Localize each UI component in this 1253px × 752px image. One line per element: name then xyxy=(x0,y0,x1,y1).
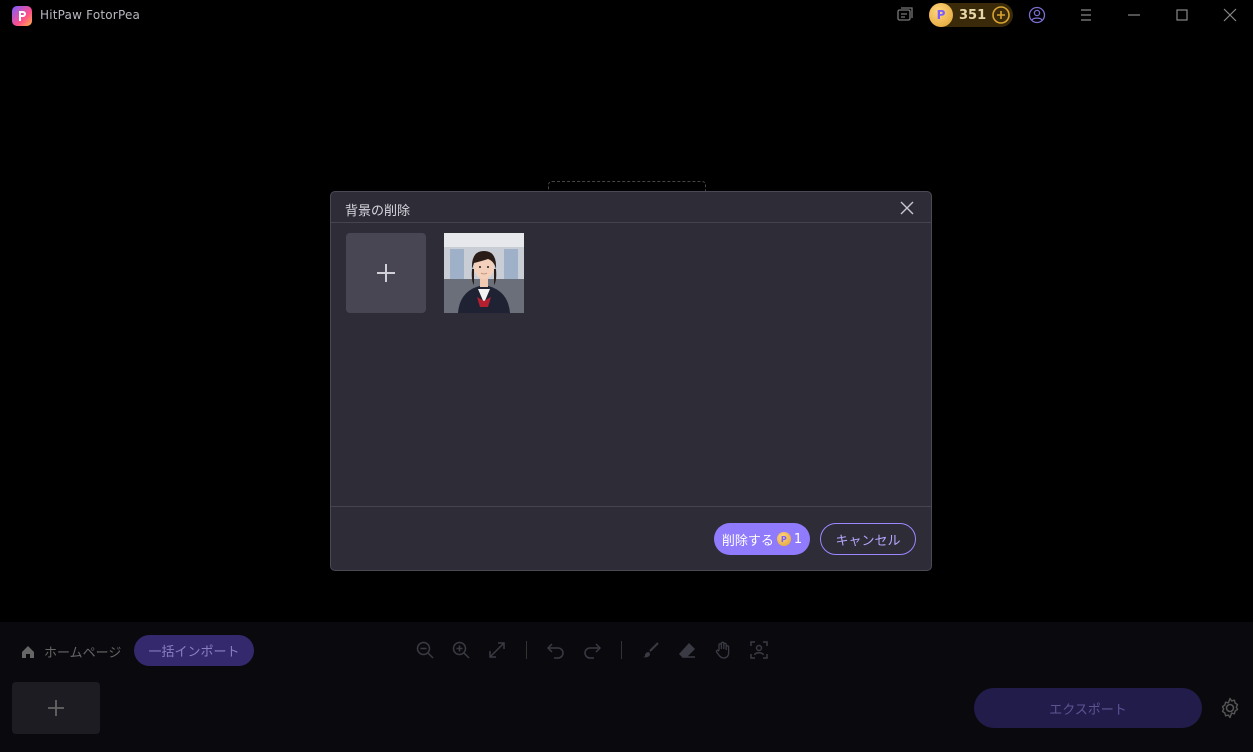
toolbar-divider xyxy=(526,641,527,659)
remove-cost: 1 xyxy=(793,531,803,547)
home-icon xyxy=(22,645,34,658)
remove-background-dialog: 背景の削除 削除する P 1 キャンセル xyxy=(330,191,932,571)
portrait-image xyxy=(444,233,524,313)
menu-icon[interactable] xyxy=(1074,3,1098,27)
credit-count: 351 xyxy=(959,7,987,23)
close-icon[interactable] xyxy=(1218,3,1242,27)
maximize-icon[interactable] xyxy=(1170,3,1194,27)
plus-icon xyxy=(377,264,395,282)
bottom-toolbar: ホームページ 一括インポート エクスポート xyxy=(0,622,1253,752)
hand-icon[interactable] xyxy=(712,639,734,661)
coin-icon: P xyxy=(929,3,953,27)
plus-icon xyxy=(48,700,64,716)
redo-icon[interactable] xyxy=(581,639,603,661)
toolbar-divider xyxy=(621,641,622,659)
zoom-in-icon[interactable] xyxy=(450,639,472,661)
dialog-footer: 削除する P 1 キャンセル xyxy=(331,507,931,570)
cancel-button[interactable]: キャンセル xyxy=(820,523,916,555)
app-title: HitPaw FotorPea xyxy=(40,8,141,22)
remove-button[interactable]: 削除する P 1 xyxy=(714,523,810,555)
close-dialog-icon[interactable] xyxy=(898,199,916,217)
add-credits-icon[interactable] xyxy=(991,5,1011,25)
home-label: ホームページ xyxy=(44,646,122,661)
undo-icon[interactable] xyxy=(545,639,567,661)
account-icon[interactable] xyxy=(1025,3,1049,27)
credits-badge[interactable]: P 351 xyxy=(929,3,1013,27)
brush-icon[interactable] xyxy=(640,639,662,661)
remove-button-label: 削除する xyxy=(721,533,774,549)
image-thumbnail[interactable] xyxy=(444,233,524,313)
minimize-icon[interactable] xyxy=(1122,3,1146,27)
chat-icon[interactable] xyxy=(893,3,917,27)
add-layer-button[interactable] xyxy=(12,682,100,734)
app-window: HitPaw FotorPea P 351 背景の削除 削除する P 1 キャン… xyxy=(0,0,1253,752)
gear-icon[interactable] xyxy=(1218,696,1242,720)
add-image-button[interactable] xyxy=(346,233,426,313)
batch-import-button[interactable]: 一括インポート xyxy=(134,635,254,666)
canvas-tools xyxy=(414,639,784,661)
select-subject-icon[interactable] xyxy=(748,639,770,661)
dialog-body xyxy=(331,223,931,507)
app-logo-icon xyxy=(12,6,32,26)
zoom-out-icon[interactable] xyxy=(414,639,436,661)
title-bar: HitPaw FotorPea P 351 xyxy=(0,0,1253,30)
dialog-header: 背景の削除 xyxy=(331,192,931,223)
coin-icon: P xyxy=(776,532,791,546)
export-button[interactable]: エクスポート xyxy=(974,688,1202,728)
dialog-title: 背景の削除 xyxy=(345,204,411,219)
home-page-link[interactable]: ホームページ xyxy=(20,642,121,661)
fit-icon[interactable] xyxy=(486,639,508,661)
eraser-icon[interactable] xyxy=(676,639,698,661)
